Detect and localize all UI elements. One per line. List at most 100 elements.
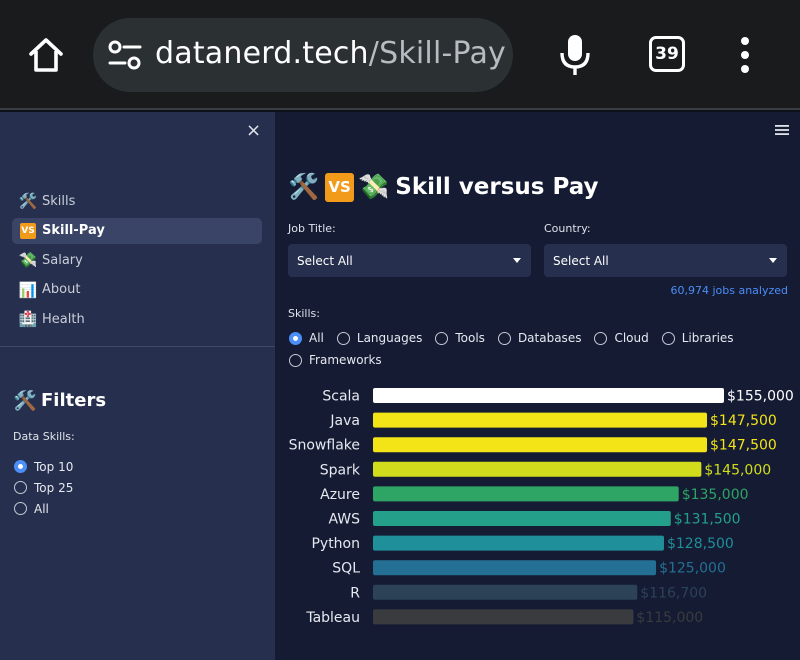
radio-skill-tools[interactable]: Tools xyxy=(435,331,485,345)
sidebar-item-health[interactable]: 🏥 Health xyxy=(12,306,262,332)
radio-skill-languages[interactable]: Languages xyxy=(336,331,423,345)
money-icon: 💸 xyxy=(18,251,38,269)
vs-icon-wrap: VS xyxy=(18,222,38,240)
bar xyxy=(373,560,657,576)
radio-icon[interactable] xyxy=(14,502,27,515)
radio-label: Databases xyxy=(517,331,582,345)
radio-skill-cloud[interactable]: Cloud xyxy=(594,331,649,345)
radio-icon[interactable] xyxy=(497,331,511,345)
bar xyxy=(373,437,708,453)
sidebar-item-label: Skill-Pay xyxy=(42,223,105,238)
sidebar-divider xyxy=(0,346,275,347)
radio-icon[interactable] xyxy=(289,353,302,367)
radio-selected-icon[interactable] xyxy=(289,331,302,345)
sidebar-item-salary[interactable]: 💸 Salary xyxy=(12,247,262,273)
chevron-down-icon xyxy=(513,258,521,263)
bar xyxy=(373,486,679,502)
vs-icon: VS xyxy=(20,222,36,239)
category-label: Scala xyxy=(322,389,360,405)
sidebar-item-label: About xyxy=(42,282,81,297)
skill-pay-bar-chart: Scala $155,000 Java $147,500 Snowflake $147,5… xyxy=(289,388,794,626)
category-label: Spark xyxy=(320,462,361,478)
radio-all[interactable]: All xyxy=(14,498,73,519)
bar xyxy=(373,511,671,526)
sidebar-item-skill-pay[interactable]: VS Skill-Pay xyxy=(12,217,262,244)
category-label: AWS xyxy=(328,512,360,528)
sidebar-item-label: Health xyxy=(42,311,85,327)
browser-toolbar: datanerd.tech/Skill-Pay 39 xyxy=(0,0,800,110)
category-label: Python xyxy=(311,536,360,552)
radio-icon[interactable] xyxy=(661,331,675,345)
radio-label: Tools xyxy=(455,331,485,345)
page-title: 🛠️ VS 💸 Skill versus Pay xyxy=(288,172,599,202)
jobs-analyzed-count: 60,974 jobs analyzed xyxy=(670,284,788,297)
money-icon: 💸 xyxy=(358,172,390,201)
sidebar-item-label: Salary xyxy=(42,252,83,268)
radio-label: Languages xyxy=(356,331,423,345)
job-title-value: Select All xyxy=(297,253,353,268)
radio-label: Libraries xyxy=(681,331,734,345)
radio-icon[interactable] xyxy=(336,331,350,345)
radio-skill-frameworks[interactable]: Frameworks xyxy=(289,353,382,367)
hospital-icon: 🏥 xyxy=(18,310,38,328)
radio-skill-databases[interactable]: Databases xyxy=(497,331,582,345)
bar xyxy=(373,412,708,428)
bar xyxy=(373,609,634,625)
category-label: Snowflake xyxy=(289,438,360,454)
sidebar-item-about[interactable]: 📊 About xyxy=(12,277,262,303)
sidebar-item-skills[interactable]: 🛠️ Skills xyxy=(12,188,262,214)
job-title-select[interactable]: Select All xyxy=(288,244,531,277)
job-title-label: Job Title: xyxy=(288,222,336,235)
url-text[interactable]: datanerd.tech/Skill-Pay xyxy=(155,36,506,71)
tabs-icon[interactable]: 39 xyxy=(649,36,685,72)
radio-icon[interactable] xyxy=(594,331,608,345)
url-path: /Skill-Pay xyxy=(368,36,506,71)
category-label: Tableau xyxy=(305,610,360,626)
radio-icon[interactable] xyxy=(14,481,27,494)
radio-label: Top 10 xyxy=(34,459,74,474)
tune-icon[interactable] xyxy=(107,38,143,72)
mic-icon[interactable] xyxy=(555,33,595,77)
radio-top-25[interactable]: Top 25 xyxy=(14,477,73,498)
country-select[interactable]: Select All xyxy=(544,244,787,277)
chevron-down-icon xyxy=(769,258,777,263)
value-label: $128,500 xyxy=(667,536,734,552)
sidebar-nav: 🛠️ Skills VS Skill-Pay 💸 Salary 📊 About … xyxy=(12,188,262,336)
radio-label: All xyxy=(309,331,324,345)
radio-label: Top 25 xyxy=(34,480,74,495)
tab-count: 39 xyxy=(655,44,679,64)
hammer-wrench-icon: 🛠️ xyxy=(18,192,38,210)
address-bar[interactable]: datanerd.tech/Skill-Pay xyxy=(93,18,513,92)
bar-chart-icon: 📊 xyxy=(18,280,38,299)
data-skills-label: Data Skills: xyxy=(13,430,75,443)
data-skills-radio-group: Top 10 Top 25 All xyxy=(14,456,73,519)
category-label: Azure xyxy=(320,487,360,503)
category-label: SQL xyxy=(332,561,360,577)
close-icon[interactable]: × xyxy=(246,120,261,141)
radio-label: Frameworks xyxy=(309,353,382,367)
vs-icon: VS xyxy=(325,172,355,202)
value-label: $147,500 xyxy=(710,438,777,454)
radio-top-10[interactable]: Top 10 xyxy=(14,456,73,477)
radio-label: Cloud xyxy=(614,331,649,345)
value-label: $131,500 xyxy=(674,512,741,528)
radio-icon[interactable] xyxy=(435,331,449,345)
menu-icon[interactable] xyxy=(775,124,789,136)
more-vert-icon[interactable] xyxy=(733,36,757,74)
bar xyxy=(373,584,638,600)
home-icon[interactable] xyxy=(26,35,66,75)
value-label: $155,000 xyxy=(727,389,794,405)
filters-heading: 🛠️ Filters xyxy=(13,390,107,412)
value-label: $125,000 xyxy=(659,561,726,577)
main-content: 🛠️ VS 💸 Skill versus Pay Job Title: Sele… xyxy=(275,112,800,660)
category-label: Java xyxy=(329,413,360,429)
bar xyxy=(373,388,724,403)
radio-skill-all[interactable]: All xyxy=(289,331,324,345)
hammer-wrench-icon: 🛠️ xyxy=(13,390,37,412)
value-label: $145,000 xyxy=(704,462,771,478)
radio-selected-icon[interactable] xyxy=(14,460,27,473)
radio-skill-libraries[interactable]: Libraries xyxy=(661,331,734,345)
value-label: $135,000 xyxy=(682,487,749,503)
value-label: $115,000 xyxy=(636,610,703,626)
filters-title: Filters xyxy=(41,390,107,411)
